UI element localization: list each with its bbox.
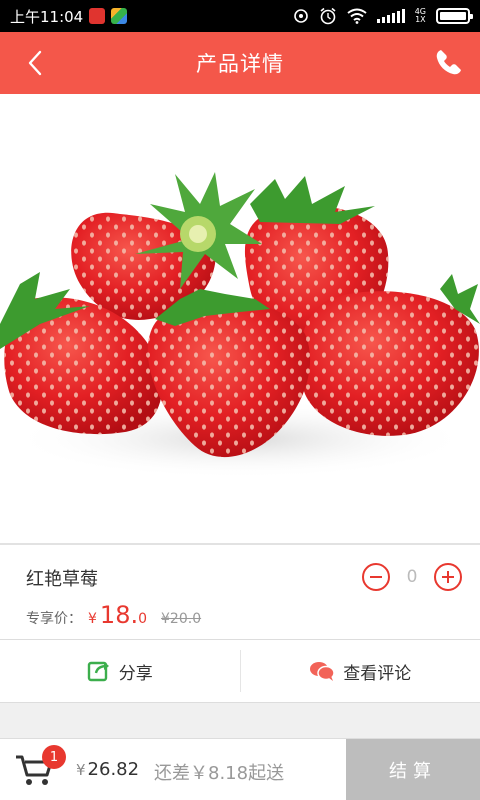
sync-icon	[293, 9, 308, 23]
price-row: 专享价： ¥ 18. 0 ¥20.0	[26, 601, 201, 629]
product-name: 红艳草莓	[26, 569, 98, 590]
action-bar: 分享 查看评论	[0, 640, 480, 702]
divider	[0, 702, 480, 703]
decrease-quantity-button[interactable]	[362, 563, 390, 591]
share-label: 分享	[118, 663, 153, 684]
price-currency: ¥	[88, 611, 97, 627]
checkout-button[interactable]: 结算	[346, 739, 480, 800]
signal-icon	[376, 9, 405, 23]
app-header: 产品详情	[0, 32, 480, 94]
original-price: ¥20.0	[161, 611, 202, 627]
share-button[interactable]: 分享	[0, 640, 240, 702]
increase-quantity-button[interactable]	[434, 563, 462, 591]
quantity-stepper: 0	[362, 563, 462, 591]
comment-icon	[310, 662, 335, 681]
share-icon	[87, 661, 109, 682]
view-reviews-button[interactable]: 查看评论	[241, 640, 480, 702]
cart-total: ¥26.82	[76, 759, 140, 780]
battery-icon	[436, 8, 473, 24]
status-bar: 上午11:04 4G 1X	[0, 0, 480, 32]
product-image	[0, 94, 480, 544]
price-label: 专享价：	[26, 611, 82, 627]
chevron-left-icon	[28, 50, 42, 76]
notification-app-icon	[89, 8, 106, 24]
status-time: 上午11:04	[10, 7, 84, 26]
cart-count-badge: 1	[42, 745, 66, 769]
price-decimal: 0	[138, 611, 148, 627]
network-indicator: 4G 1X	[414, 7, 426, 24]
alarm-icon	[320, 7, 336, 25]
phone-icon	[436, 50, 461, 75]
page-title: 产品详情	[196, 52, 284, 76]
quantity-value: 0	[406, 567, 418, 587]
notification-app-icon	[111, 8, 128, 24]
cart-button[interactable]: 1	[14, 745, 66, 787]
bottom-bar: 1 ¥26.82 还差￥8.18起送 结算	[0, 738, 480, 800]
price-integer: 18.	[99, 601, 139, 629]
call-button[interactable]	[430, 45, 466, 81]
back-button[interactable]	[18, 46, 52, 80]
view-reviews-label: 查看评论	[343, 663, 412, 684]
wifi-icon	[347, 8, 367, 24]
product-info: 红艳草莓 专享价： ¥ 18. 0 ¥20.0 0	[0, 545, 480, 639]
minimum-order-note: 还差￥8.18起送	[154, 763, 285, 784]
